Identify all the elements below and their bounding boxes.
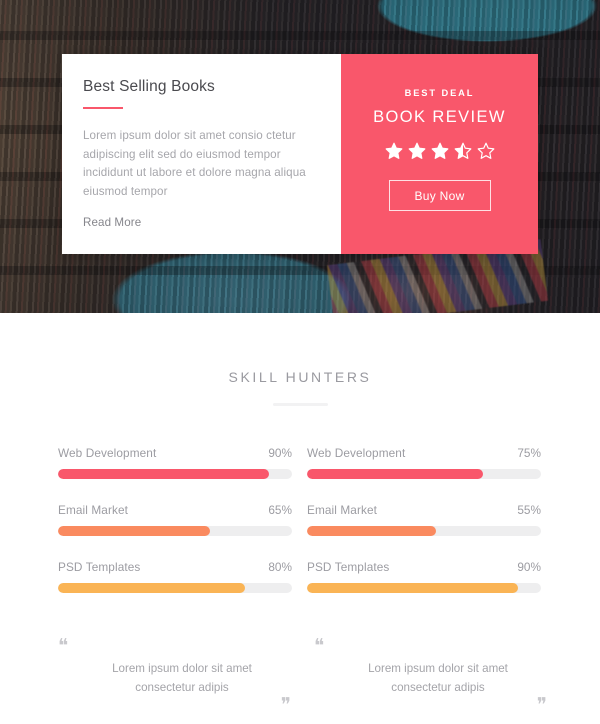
testimonial-list: ❝ Lorem ipsum dolor sit amet consectetur …: [0, 637, 600, 715]
star-empty-icon: [477, 142, 494, 159]
skill-percent-value: 90%: [517, 560, 541, 574]
skill-progress-track: [307, 469, 541, 479]
skill-percent-value: 80%: [268, 560, 292, 574]
star-rating: [385, 142, 495, 160]
hero-banner: Best Selling Books Lorem ipsum dolor sit…: [0, 0, 600, 313]
testimonial-text: Lorem ipsum dolor sit amet consectetur a…: [112, 662, 252, 694]
skill-label: Web Development: [307, 446, 406, 460]
read-more-link[interactable]: Read More: [83, 216, 141, 229]
skill-percent-value: 55%: [517, 503, 541, 517]
skill-header: Email Market 55%: [307, 503, 541, 517]
skill-label: PSD Templates: [58, 560, 141, 574]
promo-card-info-panel: Best Selling Books Lorem ipsum dolor sit…: [62, 54, 341, 254]
skill-label: PSD Templates: [307, 560, 390, 574]
skill-columns: Web Development 90% Email Market 65% PSD Tem…: [0, 446, 600, 617]
testimonial-text: Lorem ipsum dolor sit amet consectetur a…: [368, 662, 508, 694]
skill-progress-fill: [307, 526, 436, 536]
skill-row: PSD Templates 90%: [307, 560, 541, 593]
testimonial-item: ❝ Lorem ipsum dolor sit amet consectetur …: [52, 637, 300, 715]
skill-header: Email Market 65%: [58, 503, 292, 517]
skill-percent-value: 75%: [517, 446, 541, 460]
skill-header: PSD Templates 80%: [58, 560, 292, 574]
skill-label: Email Market: [58, 503, 129, 517]
section-divider: [272, 403, 328, 406]
quote-close-icon: ❞: [536, 695, 548, 716]
skill-row: Email Market 55%: [307, 503, 541, 536]
skill-row: Web Development 75%: [307, 446, 541, 479]
skill-progress-track: [58, 583, 292, 593]
skill-label: Web Development: [58, 446, 157, 460]
skill-percent-value: 65%: [268, 503, 292, 517]
skill-header: PSD Templates 90%: [307, 560, 541, 574]
quote-open-icon: ❝: [58, 636, 70, 657]
skill-hunters-section: SKILL HUNTERS Web Development 90% Email Ma…: [0, 313, 600, 724]
section-title: SKILL HUNTERS: [228, 369, 372, 385]
skill-progress-fill: [58, 583, 246, 593]
star-full-icon: [385, 142, 402, 159]
skill-progress-track: [58, 469, 292, 479]
skill-column: Web Development 90% Email Market 65% PSD Tem…: [58, 446, 292, 617]
page-title: Best Selling Books: [83, 78, 215, 95]
skill-progress-fill: [58, 469, 269, 479]
quote-open-icon: ❝: [314, 636, 326, 657]
best-deal-panel: BEST DEAL BOOK REVIEW Buy Now: [341, 54, 538, 254]
skill-header: Web Development 75%: [307, 446, 541, 460]
skill-header: Web Development 90%: [58, 446, 292, 460]
testimonial-item: ❝ Lorem ipsum dolor sit amet consectetur …: [308, 637, 556, 715]
skill-progress-track: [58, 526, 292, 536]
skill-row: PSD Templates 80%: [58, 560, 292, 593]
star-full-icon: [431, 142, 448, 159]
skill-progress-fill: [307, 469, 483, 479]
best-deal-kicker: BEST DEAL: [404, 88, 475, 98]
skill-row: Email Market 65%: [58, 503, 292, 536]
title-underline: [83, 107, 123, 109]
promo-card-description: Lorem ipsum dolor sit amet consio ctetur…: [83, 129, 306, 198]
skill-progress-track: [307, 526, 541, 536]
best-deal-title: BOOK REVIEW: [373, 108, 506, 126]
star-full-icon: [408, 142, 425, 159]
skill-column: Web Development 75% Email Market 55% PSD Tem…: [307, 446, 541, 617]
skill-progress-fill: [58, 526, 211, 536]
quote-close-icon: ❞: [280, 695, 292, 716]
skill-row: Web Development 90%: [58, 446, 292, 479]
buy-now-button[interactable]: Buy Now: [388, 180, 491, 211]
skill-percent-value: 90%: [268, 446, 292, 460]
promo-card: Best Selling Books Lorem ipsum dolor sit…: [62, 54, 538, 254]
skill-label: Email Market: [307, 503, 378, 517]
skill-progress-fill: [307, 583, 518, 593]
skill-progress-track: [307, 583, 541, 593]
star-half-icon: [454, 142, 471, 159]
